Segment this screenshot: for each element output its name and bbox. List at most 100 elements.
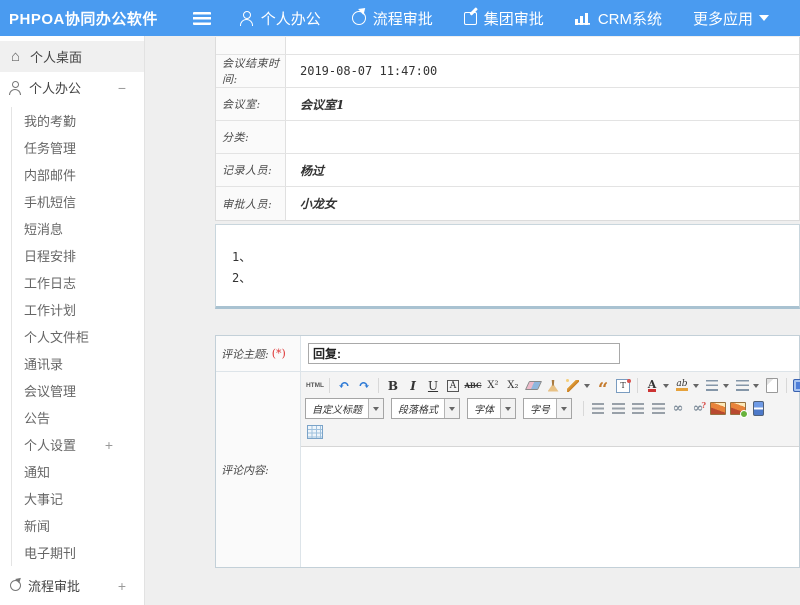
user-icon (8, 81, 22, 95)
nav-item-5[interactable]: 更多应用 (693, 8, 769, 29)
editor-select[interactable]: 自定义标题 (305, 398, 384, 419)
sidebar-subitem-16[interactable]: 新闻 (12, 512, 144, 539)
sidebar-subitem-6[interactable]: 日程安排 (12, 242, 144, 269)
comment-subject-row: 评论主题: (*) (216, 336, 799, 372)
bold-icon[interactable] (383, 377, 403, 395)
menu-icon[interactable] (193, 12, 211, 25)
unlink-icon[interactable] (688, 400, 708, 418)
justify-icon[interactable] (648, 400, 668, 418)
sidebar-subitem-8[interactable]: 工作计划 (12, 296, 144, 323)
sub-icon[interactable] (503, 377, 523, 395)
undo-icon[interactable] (334, 377, 354, 395)
comment-subject-input[interactable] (308, 343, 620, 364)
caret-down-icon[interactable] (723, 384, 729, 388)
field-label: 分类: (216, 121, 286, 153)
html-icon[interactable] (305, 377, 325, 395)
sidebar-subitem-17[interactable]: 电子期刊 (12, 539, 144, 566)
sidebar-subitem-4[interactable]: 手机短信 (12, 188, 144, 215)
sidebar-subitem-1[interactable]: 我的考勤 (12, 107, 144, 134)
strike-icon[interactable] (463, 377, 483, 395)
nav-item-label: 更多应用 (693, 8, 753, 29)
ttime-icon[interactable] (613, 377, 633, 395)
sidebar-subitem-label: 我的考勤 (24, 111, 76, 130)
fontcolor-icon[interactable] (642, 377, 662, 395)
caret-down-icon[interactable] (663, 384, 669, 388)
nav-item-2[interactable]: 流程审批 (352, 8, 433, 29)
select-dropdown-button[interactable] (500, 399, 515, 418)
rich-text-editor: 自定义标题 段落格式字体字号 (301, 372, 799, 567)
alignright-icon[interactable] (628, 400, 648, 418)
table-icon[interactable] (305, 423, 325, 441)
boxa-icon[interactable] (443, 377, 463, 395)
sidebar-subitem-10[interactable]: 通讯录 (12, 350, 144, 377)
sidebar-item-process-approval[interactable]: 流程审批 + (0, 570, 144, 601)
quote-icon[interactable] (593, 377, 613, 395)
redo-icon[interactable] (354, 377, 374, 395)
italic-icon[interactable] (403, 377, 423, 395)
content-line: 1、 (232, 247, 799, 268)
caret-down-icon[interactable] (693, 384, 699, 388)
image2-icon[interactable] (728, 400, 748, 418)
link-icon[interactable] (668, 400, 688, 418)
sidebar-subitem-13[interactable]: 个人设置+ (12, 431, 144, 458)
media-icon[interactable] (748, 400, 768, 418)
caret-down-icon[interactable] (753, 384, 759, 388)
sup-icon[interactable] (483, 377, 503, 395)
collapse-toggle[interactable]: − (118, 80, 126, 96)
field-label: 记录人员: (216, 154, 286, 186)
sidebar-subitem-3[interactable]: 内部邮件 (12, 161, 144, 188)
newdoc-icon[interactable] (762, 377, 782, 395)
table-row: 记录人员:杨过 (216, 154, 799, 187)
underline-icon[interactable] (423, 377, 443, 395)
content-line: 2、 (232, 268, 799, 289)
sidebar-subitem-label: 电子期刊 (24, 543, 76, 562)
editor-select[interactable]: 段落格式 (391, 398, 460, 419)
sidebar-subitem-label: 公告 (24, 408, 50, 427)
sidebar-subitem-7[interactable]: 工作日志 (12, 269, 144, 296)
hilite-icon[interactable] (672, 377, 692, 395)
editor-content-area[interactable] (301, 447, 799, 567)
sidebar-item-desktop[interactable]: ⌂ 个人桌面 (0, 41, 144, 72)
expand-toggle[interactable]: + (118, 578, 126, 594)
ol-icon[interactable] (702, 377, 722, 395)
process-icon (10, 580, 21, 591)
sidebar-subitem-12[interactable]: 公告 (12, 404, 144, 431)
sidebar-subitem-2[interactable]: 任务管理 (12, 134, 144, 161)
sidebar-item-personal-office[interactable]: 个人办公 − (0, 72, 144, 103)
nav-item-1[interactable]: 个人办公 (239, 8, 321, 29)
select-dropdown-button[interactable] (368, 399, 383, 418)
editor-toolbar: 自定义标题 段落格式字体字号 (301, 372, 799, 447)
table-row: 分类: (216, 121, 799, 154)
nav-item-4[interactable]: CRM系统 (575, 8, 662, 29)
select-dropdown-button[interactable] (444, 399, 459, 418)
sidebar-subitem-9[interactable]: 个人文件柜 (12, 323, 144, 350)
editor-select[interactable]: 字号 (523, 398, 572, 419)
field-value: 小龙女 (286, 187, 799, 220)
toolbar-row (305, 374, 795, 397)
home-icon: ⌂ (8, 49, 23, 64)
comment-content-row: 评论内容: 自定义标题段落格式字体字号 (216, 372, 799, 567)
select-dropdown-button[interactable] (556, 399, 571, 418)
sidebar-item-label: 个人桌面 (30, 47, 82, 66)
sidebar-subitem-14[interactable]: 通知 (12, 458, 144, 485)
broom-icon[interactable] (543, 377, 563, 395)
editor-select[interactable]: 字体 (467, 398, 516, 419)
chart-icon (575, 12, 591, 25)
expand-toggle[interactable]: + (105, 437, 113, 453)
caret-down-icon[interactable] (584, 384, 590, 388)
image-icon[interactable] (708, 400, 728, 418)
sidebar-subitem-5[interactable]: 短消息 (12, 215, 144, 242)
select-label: 自定义标题 (306, 401, 368, 416)
sidebar-subitem-label: 大事记 (24, 489, 63, 508)
preview-icon[interactable] (791, 377, 800, 395)
eraser-icon[interactable] (523, 377, 543, 395)
alignleft-icon[interactable] (588, 400, 608, 418)
sidebar-subitem-11[interactable]: 会议管理 (12, 377, 144, 404)
nav-item-3[interactable]: 集团审批 (464, 8, 544, 29)
toolbar-row (305, 420, 795, 443)
sidebar-subitem-15[interactable]: 大事记 (12, 485, 144, 512)
sidebar-subitem-label: 工作计划 (24, 300, 76, 319)
ul-icon[interactable] (732, 377, 752, 395)
wand-icon[interactable] (563, 377, 583, 395)
aligncenter-icon[interactable] (608, 400, 628, 418)
